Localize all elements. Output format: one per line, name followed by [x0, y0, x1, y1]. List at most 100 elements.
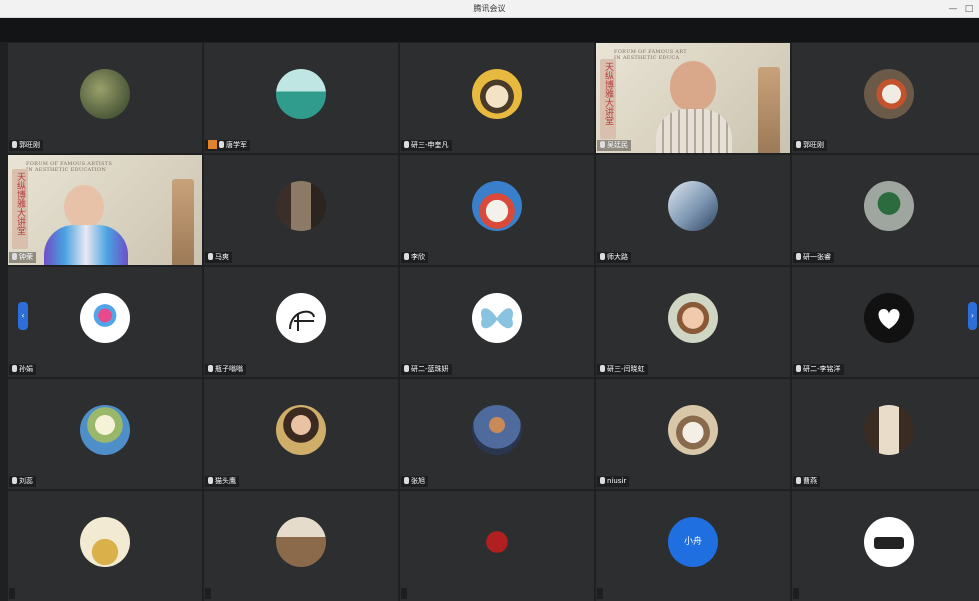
- vertical-banner: 天纵博雅大讲堂: [12, 169, 28, 249]
- host-icon: [208, 140, 217, 149]
- sketch-face-icon: [289, 310, 315, 331]
- participant-avatar: [276, 181, 326, 231]
- participant-name-label: 研一张睿: [793, 252, 834, 263]
- participant-avatar: [472, 405, 522, 455]
- participant-avatar: [864, 181, 914, 231]
- mic-icon: [600, 141, 605, 148]
- participant-name-label: 研二-李铭洋: [793, 364, 844, 375]
- participant-tile[interactable]: 郭旺刚: [792, 43, 979, 153]
- window-title: 腾讯会议: [473, 4, 506, 13]
- participant-avatar: [668, 181, 718, 231]
- mic-icon: [404, 477, 409, 484]
- vertical-banner: 天纵博雅大讲堂: [600, 59, 616, 139]
- participant-tile[interactable]: [8, 491, 202, 601]
- person-jacket: [44, 225, 128, 265]
- participant-avatar: [864, 69, 914, 119]
- participant-tile[interactable]: 郭旺刚: [8, 43, 202, 153]
- participant-avatar: [276, 405, 326, 455]
- participant-name-label: [9, 588, 15, 599]
- participant-tile[interactable]: 张旭: [400, 379, 594, 489]
- mic-icon: [219, 141, 224, 148]
- participant-name-label: [597, 588, 603, 599]
- participant-tile[interactable]: 研二-李铭洋: [792, 267, 979, 377]
- mic-icon: [12, 141, 17, 148]
- minimize-button[interactable]: —: [946, 2, 960, 16]
- participant-name-label: niusir: [597, 476, 630, 487]
- window-titlebar: 腾讯会议 — □: [0, 0, 979, 18]
- participant-name-label: 吴廷民: [597, 140, 631, 151]
- participant-video-tile[interactable]: FORUM OF FAMOUS ART IN AESTHETIC EDUCA 天纵…: [596, 43, 790, 153]
- participant-tile[interactable]: 研三-闫晓虹: [596, 267, 790, 377]
- participant-avatar: [472, 293, 522, 343]
- mic-icon: [600, 365, 605, 372]
- person-shirt: [656, 109, 732, 153]
- forum-banner-text: FORUM OF FAMOUS ART IN AESTHETIC EDUCA: [614, 49, 687, 61]
- participant-avatar: [276, 293, 326, 343]
- mic-icon: [208, 253, 213, 260]
- banner-text: 天纵博雅大讲堂: [603, 62, 613, 125]
- mic-icon: [796, 141, 801, 148]
- participant-tile[interactable]: 瓶子嗡嗡: [204, 267, 398, 377]
- mic-icon: [600, 253, 605, 260]
- mic-icon: [208, 477, 213, 484]
- participant-name-label: 钟荣: [9, 252, 36, 263]
- participant-tile[interactable]: [792, 491, 979, 601]
- maximize-button[interactable]: □: [962, 2, 976, 16]
- participant-name-label: 猫头鹰: [205, 476, 239, 487]
- participant-name-label: 唐学军: [205, 140, 250, 151]
- prev-page-button[interactable]: ‹: [18, 302, 28, 330]
- mic-icon: [600, 477, 605, 484]
- participant-tile[interactable]: 孙娟: [8, 267, 202, 377]
- participant-tile[interactable]: 研三-申奎凡: [400, 43, 594, 153]
- participant-name-label: 曹燕: [793, 476, 820, 487]
- participant-name-label: 郭旺刚: [9, 140, 43, 151]
- participant-tile[interactable]: 研二-蓝珠妍: [400, 267, 594, 377]
- mic-icon: [404, 253, 409, 260]
- participant-tile[interactable]: 刘蕊: [8, 379, 202, 489]
- participant-avatar: [668, 293, 718, 343]
- participant-avatar: 小舟: [668, 517, 718, 567]
- device-icon: [874, 537, 904, 549]
- person-face: [64, 185, 104, 229]
- participant-tile[interactable]: 师大路: [596, 155, 790, 265]
- participant-name-label: 研三-闫晓虹: [597, 364, 648, 375]
- mic-icon: [12, 477, 17, 484]
- participant-avatar: [80, 293, 130, 343]
- next-page-button[interactable]: ›: [968, 302, 977, 330]
- participant-name-label: 瓶子嗡嗡: [205, 364, 246, 375]
- tower-image: [172, 179, 194, 265]
- mic-icon: [796, 477, 801, 484]
- participant-name-label: 孙娟: [9, 364, 36, 375]
- participant-tile[interactable]: niusir: [596, 379, 790, 489]
- participant-tile[interactable]: [400, 491, 594, 601]
- participant-avatar: [80, 69, 130, 119]
- participant-tile[interactable]: 小舟: [596, 491, 790, 601]
- participant-avatar: [276, 69, 326, 119]
- mic-icon: [404, 365, 409, 372]
- participant-tile[interactable]: 马爽: [204, 155, 398, 265]
- mic-icon: [208, 365, 213, 372]
- participant-name-label: 刘蕊: [9, 476, 36, 487]
- participant-name-label: 师大路: [597, 252, 631, 263]
- participant-tile[interactable]: 猫头鹰: [204, 379, 398, 489]
- person-face: [670, 61, 716, 111]
- butterfly-icon: [481, 308, 513, 329]
- participant-name-label: 张旭: [401, 476, 428, 487]
- participant-tile[interactable]: 唐学军: [204, 43, 398, 153]
- participant-avatar: [80, 405, 130, 455]
- participant-avatar: [864, 517, 914, 567]
- participant-tile[interactable]: [204, 491, 398, 601]
- participant-name-label: [401, 588, 407, 599]
- participant-tile[interactable]: 曹燕: [792, 379, 979, 489]
- participant-avatar: [864, 293, 914, 343]
- participant-avatar: [472, 69, 522, 119]
- participant-tile[interactable]: 研一张睿: [792, 155, 979, 265]
- participant-tile[interactable]: 李欣: [400, 155, 594, 265]
- mic-icon: [796, 253, 801, 260]
- participant-avatar: [668, 405, 718, 455]
- participant-video-tile[interactable]: FORUM OF FAMOUS ARTISTS IN AESTHETIC EDUC…: [8, 155, 202, 265]
- participant-name-label: 郭旺刚: [793, 140, 827, 151]
- mic-icon: [796, 365, 801, 372]
- participant-avatar: [80, 517, 130, 567]
- meeting-toolbar: [0, 18, 979, 42]
